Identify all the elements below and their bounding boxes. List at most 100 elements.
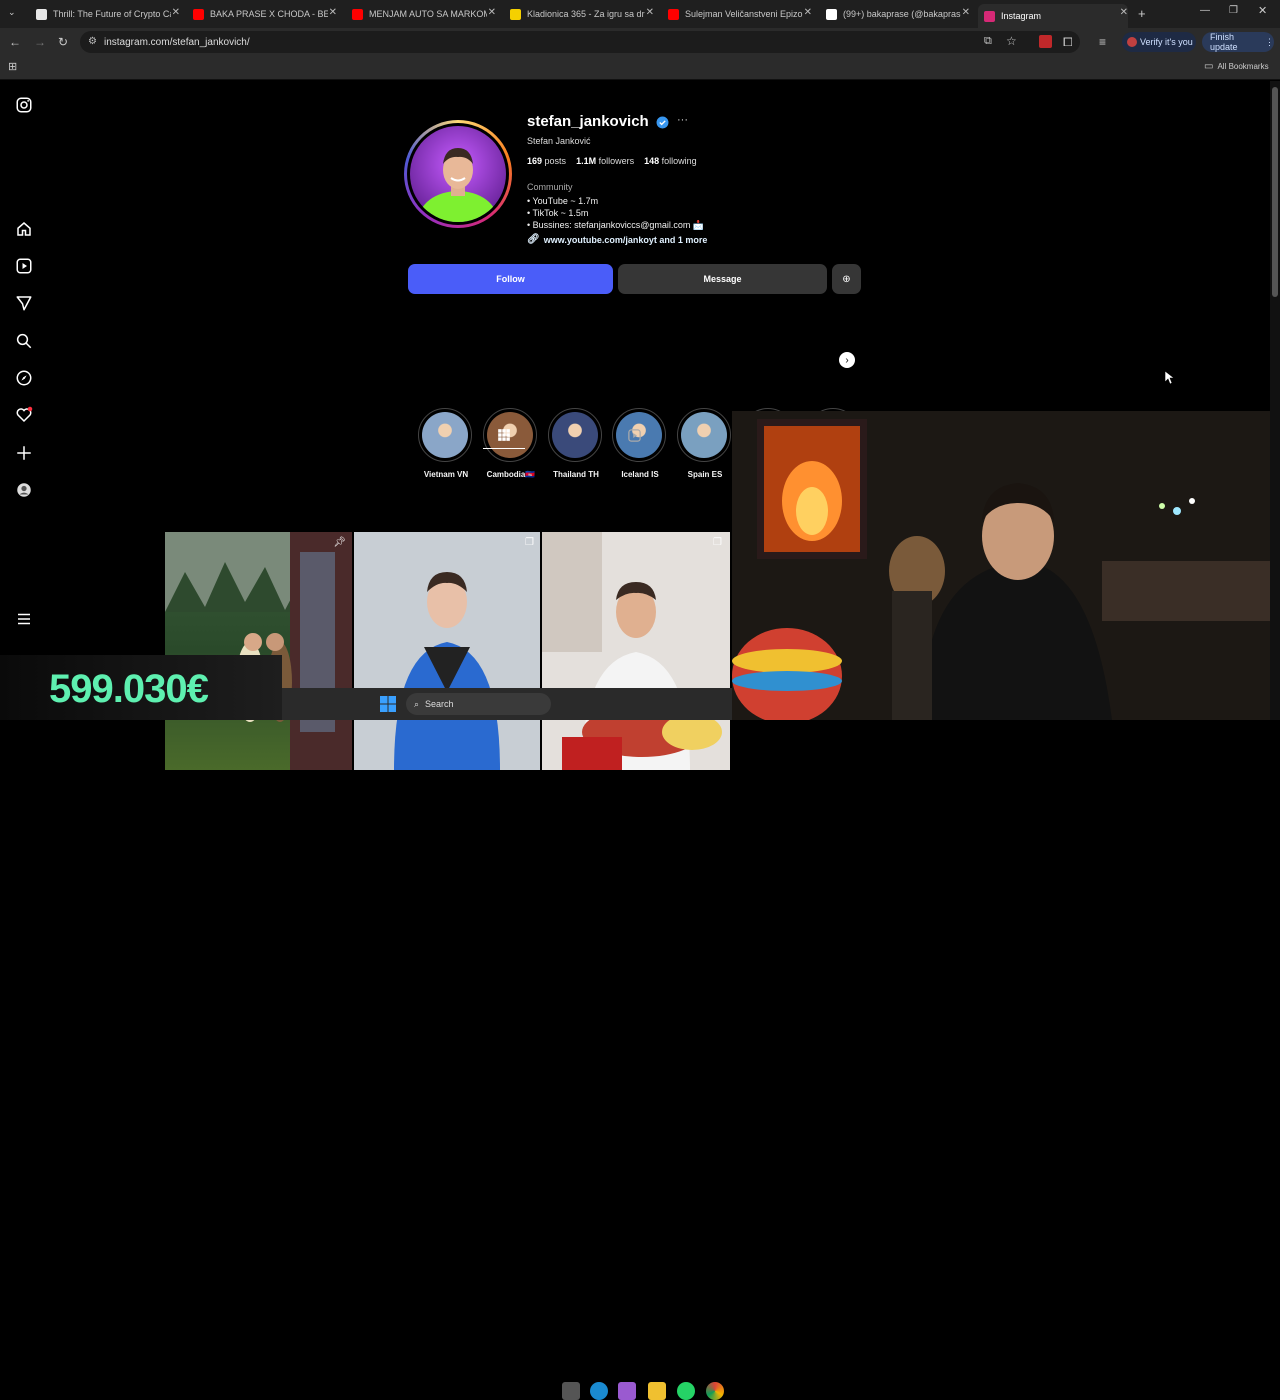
suggested-users-button[interactable]: ⊕ [832, 264, 861, 294]
browser-tab[interactable]: Instagram ✕ [978, 4, 1128, 28]
notifications-heart-icon[interactable] [15, 406, 33, 424]
tab-title: (99+) bakaprase (@bakaprase) | [843, 9, 961, 19]
post-thumbnail[interactable]: ❐ [354, 532, 540, 770]
forward-icon[interactable]: → [34, 36, 46, 48]
verify-label: Verify it's you [1140, 37, 1193, 47]
story-highlight[interactable]: Cambodia🇰🇭 [483, 408, 539, 479]
highlights-next-button[interactable]: › [839, 352, 855, 368]
bio-line-2: • TikTok ~ 1.5m [527, 208, 589, 218]
page-scrollbar[interactable] [1270, 81, 1280, 720]
extension-icon[interactable] [1039, 35, 1052, 48]
windows-start-icon[interactable] [380, 696, 396, 712]
scrollbar-thumb[interactable] [1272, 87, 1278, 297]
browser-tab[interactable]: Kladionica 365 - Za igru sa druš ✕ [504, 4, 654, 24]
link-icon: 🔗︎ [527, 234, 540, 245]
taskbar-search-icon: ⌕ [414, 698, 420, 709]
extensions-puzzle-icon[interactable]: ⧠ [1063, 36, 1073, 48]
highlight-label: Thailand TH [553, 470, 599, 479]
browser-tab[interactable]: Thrill: The Future of Crypto Cas ✕ [30, 4, 180, 24]
taskbar-search[interactable]: ⌕ Search [406, 693, 551, 715]
profile-link[interactable]: 🔗︎ www.youtube.com/jankoyt and 1 more [527, 234, 707, 245]
home-icon[interactable] [15, 220, 33, 238]
tab-close-icon[interactable]: ✕ [804, 7, 812, 18]
explore-icon[interactable] [15, 369, 33, 387]
new-tab-icon[interactable]: + [1138, 7, 1146, 20]
messages-icon[interactable] [15, 294, 33, 312]
tab-favicon-icon [510, 8, 521, 20]
post-image [354, 532, 540, 770]
webcam-image [732, 411, 1270, 720]
minimize-icon[interactable]: — [1200, 6, 1210, 16]
taskbar: ⌕ Search [282, 688, 732, 1400]
restore-icon[interactable]: ❐ [1229, 6, 1238, 16]
following-stat[interactable]: 148 following [644, 156, 697, 166]
all-bookmarks-button[interactable]: ▭ All Bookmarks [1204, 61, 1269, 72]
tab-close-icon[interactable]: ✕ [646, 7, 654, 18]
tab-search-icon[interactable]: ⌄ [8, 8, 16, 17]
post-thumbnail[interactable]: 📌︎ [165, 532, 352, 770]
story-highlight[interactable]: Thailand TH [548, 408, 604, 479]
reels-tab-icon[interactable] [627, 428, 642, 443]
copilot-icon[interactable] [618, 1382, 636, 1400]
tab-favicon-icon [984, 10, 995, 22]
chrome-icon[interactable] [706, 1382, 724, 1400]
finish-update-button[interactable]: Finish update ⋮ [1202, 32, 1274, 52]
profile-picture-ring[interactable] [404, 120, 512, 228]
pinned-icon: 📌︎ [333, 537, 346, 548]
profile-stats: 169 posts 1.1M followers 148 following [527, 156, 697, 166]
highlight-label: Vietnam VN [423, 470, 469, 479]
create-plus-icon[interactable] [15, 444, 33, 462]
reload-icon[interactable]: ↻ [58, 36, 68, 48]
address-bar[interactable]: ⚙ instagram.com/stefan_jankovich/ ⧉ ☆ [80, 31, 1080, 53]
profile-options-icon[interactable]: ··· [677, 114, 688, 126]
install-icon[interactable]: ⧉ [984, 35, 992, 48]
followers-stat[interactable]: 1.1M followers [576, 156, 634, 166]
browser-tab[interactable]: (99+) bakaprase (@bakaprase) | ✕ [820, 4, 970, 24]
bio-line-1: • YouTube ~ 1.7m [527, 196, 599, 206]
balance-overlay: 599.030€ [0, 655, 282, 720]
story-highlight[interactable]: Iceland IS [612, 408, 668, 479]
browser-tab-bar: ⌄ Thrill: The Future of Crypto Cas ✕ BAKA … [0, 0, 1280, 28]
tab-favicon-icon [36, 8, 47, 20]
browser-tab[interactable]: Sulejman Veličanstveni Epizoda ✕ [662, 4, 812, 24]
tab-close-icon[interactable]: ✕ [329, 7, 337, 18]
following-label: following [661, 156, 697, 166]
posts-grid-tab-icon[interactable] [497, 428, 511, 442]
profile-avatar-icon[interactable] [15, 481, 33, 499]
apps-grid-icon[interactable]: ⊞ [8, 62, 17, 73]
tab-close-icon[interactable]: ✕ [962, 7, 970, 18]
verified-badge-icon [656, 116, 669, 129]
story-highlight[interactable]: Vietnam VN [418, 408, 474, 479]
tab-close-icon[interactable]: ✕ [172, 7, 180, 18]
bookmark-star-icon[interactable]: ☆ [1006, 34, 1017, 48]
browser-tab[interactable]: BAKA PRASE X CHODA - BETMEN✕ [187, 4, 337, 24]
whatsapp-icon[interactable] [677, 1382, 695, 1400]
url-text: instagram.com/stefan_jankovich/ [104, 36, 250, 48]
followers-count: 1.1M [576, 156, 597, 166]
tab-close-icon[interactable]: ✕ [488, 7, 496, 18]
story-highlight[interactable]: Spain ES [677, 408, 733, 479]
posts-label: posts [544, 156, 567, 166]
back-icon[interactable]: ← [9, 36, 21, 48]
post-thumbnail[interactable]: ❐ [542, 532, 730, 770]
file-explorer-icon[interactable] [648, 1382, 666, 1400]
menu-kebab-icon: ⋮ [1265, 36, 1274, 47]
media-control-icon[interactable]: ≡ [1099, 36, 1106, 48]
verify-button[interactable]: Verify it's you [1122, 32, 1196, 52]
more-menu-icon[interactable] [15, 610, 33, 628]
tab-close-icon[interactable]: ✕ [1120, 7, 1128, 18]
tab-title: BAKA PRASE X CHODA - BETMEN [210, 9, 328, 19]
highlight-label: Spain ES [687, 470, 723, 479]
instagram-logo-icon[interactable] [15, 96, 33, 114]
browser-tab[interactable]: MENJAM AUTO SA MARKOM ✕ [346, 4, 496, 24]
edge-icon[interactable] [590, 1382, 608, 1400]
close-window-icon[interactable]: ✕ [1258, 6, 1267, 17]
active-tab-underline [483, 448, 525, 449]
reels-icon[interactable] [15, 257, 33, 275]
carousel-icon: ❐ [713, 537, 722, 548]
site-info-icon[interactable]: ⚙ [88, 36, 97, 47]
taskview-icon[interactable] [562, 1382, 580, 1400]
search-icon[interactable] [15, 332, 33, 350]
message-button[interactable]: Message [618, 264, 827, 294]
follow-button[interactable]: Follow [408, 264, 613, 294]
